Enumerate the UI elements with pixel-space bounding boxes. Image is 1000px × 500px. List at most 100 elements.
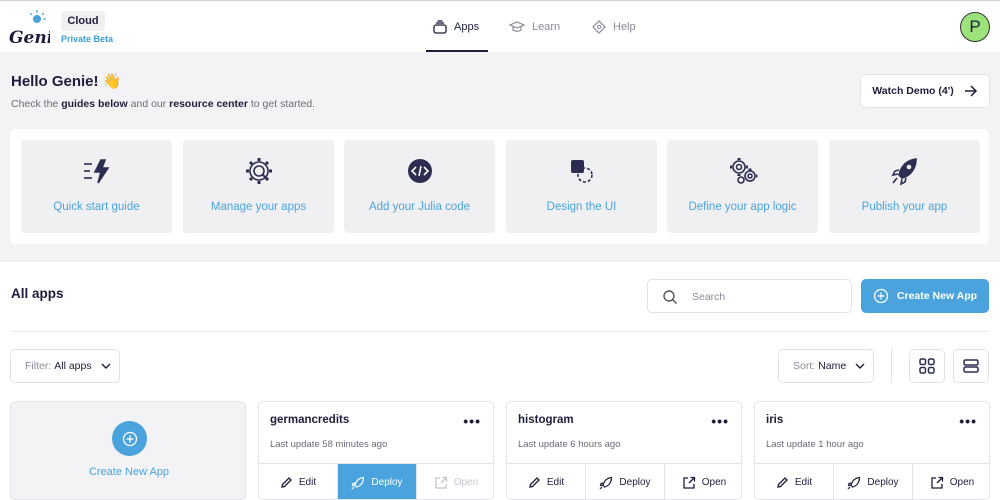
guide-app-logic[interactable]: Define your app logic	[667, 140, 818, 233]
app-last-update: Last update 1 hour ago	[766, 439, 864, 450]
guide-publish-app[interactable]: Publish your app	[829, 140, 980, 233]
search-placeholder: Search	[692, 291, 726, 303]
grid-view-button[interactable]	[909, 349, 945, 383]
open-button[interactable]: Open	[665, 464, 741, 499]
guides-link[interactable]: guides below	[61, 98, 128, 110]
chevron-down-icon	[101, 363, 111, 369]
search-input[interactable]: Search	[647, 279, 852, 313]
guide-label: Add your Julia code	[368, 201, 470, 213]
guide-label: Define your app logic	[688, 201, 797, 213]
app-last-update: Last update 6 hours ago	[518, 439, 621, 450]
more-options-icon[interactable]: •••	[711, 414, 729, 428]
app-card-histogram[interactable]: histogram ••• Last update 6 hours ago Ed…	[506, 401, 742, 500]
guides-panel: Quick start guide Manage your apps Add y…	[10, 129, 989, 244]
guide-label: Design the UI	[546, 201, 617, 213]
guide-quick-start[interactable]: Quick start guide	[21, 140, 172, 233]
pencil-icon	[529, 477, 540, 488]
list-view-button[interactable]	[953, 349, 989, 383]
app-name: germancredits	[270, 414, 350, 426]
app-card-germancredits[interactable]: germancredits ••• Last update 58 minutes…	[258, 401, 494, 500]
tab-learn[interactable]: Learn	[509, 15, 560, 39]
app-actions: Edit Deploy Open	[507, 463, 741, 499]
intro-text-part: and our	[127, 98, 170, 110]
external-link-icon	[435, 476, 447, 489]
plus-circle-icon	[112, 421, 147, 456]
stack-icon	[433, 20, 447, 34]
open-label: Open	[701, 477, 727, 488]
deploy-button[interactable]: Deploy	[834, 464, 913, 499]
open-button: Open	[417, 464, 493, 499]
guide-manage-apps[interactable]: Manage your apps	[183, 140, 334, 233]
graduation-cap-icon	[509, 21, 525, 32]
lightning-icon	[84, 159, 110, 184]
resource-center-link[interactable]: resource center	[169, 98, 248, 110]
intro-text: Check the guides below and our resource …	[11, 98, 315, 110]
pencil-icon	[281, 477, 292, 488]
tab-help[interactable]: Help	[592, 15, 636, 39]
guide-julia-code[interactable]: Add your Julia code	[344, 140, 495, 233]
app-actions: Edit Deploy Open	[755, 463, 989, 499]
app-card-iris[interactable]: iris ••• Last update 1 hour ago Edit Dep…	[754, 401, 990, 500]
svg-text:Genie: Genie	[9, 28, 50, 47]
pencil-icon	[777, 477, 788, 488]
open-label: Open	[453, 477, 479, 488]
code-icon	[408, 159, 432, 183]
create-new-app-card-label: Create New App	[88, 466, 170, 478]
genie-logo[interactable]: Genie	[8, 9, 64, 48]
grid-icon	[919, 358, 935, 374]
guide-design-ui[interactable]: Design the UI	[506, 140, 657, 233]
more-options-icon[interactable]: •••	[959, 414, 977, 428]
shapes-icon	[571, 160, 593, 183]
external-link-icon	[683, 476, 695, 489]
deploy-label: Deploy	[619, 477, 651, 488]
gears-icon	[730, 158, 758, 184]
apps-title: All apps	[11, 286, 64, 301]
diamond-question-icon	[592, 20, 606, 34]
greeting-heading: Hello Genie! 👋	[11, 73, 122, 90]
open-label: Open	[949, 477, 975, 488]
divider	[891, 349, 892, 383]
edit-label: Edit	[794, 477, 813, 488]
rocket-icon	[599, 476, 613, 489]
filter-dropdown[interactable]: Filter: All apps	[10, 349, 120, 383]
edit-button[interactable]: Edit	[755, 464, 834, 499]
sort-label: Sort:	[793, 360, 816, 372]
create-new-app-label: Create New App	[896, 290, 978, 302]
edit-label: Edit	[546, 477, 565, 488]
app-last-update: Last update 58 minutes ago	[270, 439, 388, 450]
open-button[interactable]: Open	[913, 464, 989, 499]
avatar[interactable]: P	[960, 12, 990, 42]
more-options-icon[interactable]: •••	[463, 414, 481, 428]
beta-badge: Private Beta	[61, 34, 114, 44]
edit-button[interactable]: Edit	[259, 464, 338, 499]
intro-text-part: Check the	[11, 98, 62, 110]
deploy-button[interactable]: Deploy	[586, 464, 665, 499]
deploy-label: Deploy	[867, 477, 899, 488]
deploy-button[interactable]: Deploy	[338, 464, 417, 499]
gear-search-icon	[246, 158, 272, 184]
tab-apps[interactable]: Apps	[433, 15, 479, 39]
chevron-down-icon	[855, 363, 865, 369]
arrow-right-icon	[964, 85, 977, 97]
plus-circle-icon	[873, 288, 889, 304]
divider	[11, 331, 989, 332]
tab-learn-label: Learn	[532, 21, 561, 33]
edit-button[interactable]: Edit	[507, 464, 586, 499]
watch-demo-label: Watch Demo (4')	[872, 85, 954, 97]
edit-label: Edit	[298, 477, 317, 488]
sort-dropdown[interactable]: Sort: Name	[778, 349, 874, 383]
product-name: Cloud	[61, 11, 105, 31]
create-new-app-card[interactable]: Create New App	[10, 401, 246, 500]
external-link-icon	[931, 476, 943, 489]
create-new-app-button[interactable]: Create New App	[861, 279, 989, 313]
app-actions: Edit Deploy Open	[259, 463, 493, 499]
list-icon	[963, 359, 979, 373]
deploy-label: Deploy	[371, 477, 403, 488]
guide-label: Manage your apps	[210, 201, 307, 213]
filter-label: Filter:	[25, 360, 52, 372]
search-icon	[663, 290, 677, 304]
watch-demo-button[interactable]: Watch Demo (4')	[860, 74, 990, 108]
tab-apps-label: Apps	[454, 21, 480, 33]
rocket-icon	[891, 158, 917, 186]
app-name: iris	[766, 414, 784, 426]
